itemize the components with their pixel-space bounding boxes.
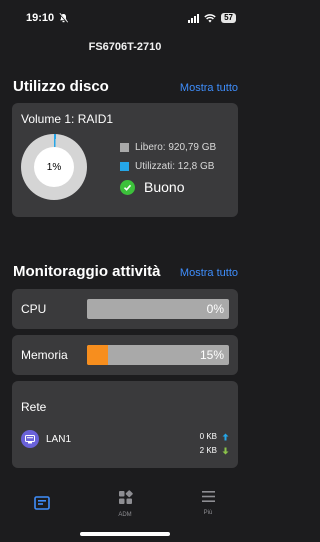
bell-muted-icon <box>59 13 69 23</box>
status-left: 19:10 <box>26 12 69 24</box>
device-title: FS6706T-2710 <box>88 41 162 53</box>
upload-rate-value: 0 KB <box>199 432 217 441</box>
legend-used-label: Utilizzati: 12,8 GB <box>135 161 215 172</box>
cpu-usage-value: 0% <box>206 302 224 316</box>
volume-usage-donut: 1% <box>21 134 87 200</box>
status-bar: 19:10 57 <box>0 0 250 36</box>
cpu-usage-bar: 0% <box>87 299 229 319</box>
volume-health-label: Buono <box>144 179 185 195</box>
memory-usage-value: 15% <box>199 348 224 362</box>
tab-more-label: Più <box>203 510 213 516</box>
download-rate-value: 2 KB <box>199 446 217 455</box>
legend-used: Utilizzati: 12,8 GB <box>120 161 214 172</box>
battery-icon: 57 <box>221 13 236 23</box>
tab-adm-label: ADM <box>118 512 132 518</box>
legend-free: Libero: 920,79 GB <box>120 142 216 153</box>
arrow-down-icon <box>222 447 229 454</box>
activity-title: Monitoraggio attività <box>13 263 161 280</box>
dashboard-icon <box>34 496 50 510</box>
disk-usage-header: Utilizzo disco Mostra tutto <box>13 78 238 95</box>
activity-header: Monitoraggio attività Mostra tutto <box>13 263 238 280</box>
activity-show-all-link[interactable]: Mostra tutto <box>180 267 238 279</box>
upload-rate: 0 KB <box>200 432 229 441</box>
disk-usage-title: Utilizzo disco <box>13 78 109 95</box>
memory-usage-bar: 15% <box>87 345 229 365</box>
network-title: Rete <box>21 400 47 414</box>
network-interface-icon <box>21 430 39 448</box>
volume-health: Buono <box>120 179 184 195</box>
used-swatch-icon <box>120 162 129 171</box>
volume-name: Volume 1: RAID1 <box>21 112 114 126</box>
memory-label: Memoria <box>21 348 68 362</box>
disk-usage-show-all-link[interactable]: Mostra tutto <box>180 82 238 94</box>
menu-icon <box>201 491 215 502</box>
memory-usage-fill <box>87 345 109 365</box>
tab-adm[interactable]: ADM <box>105 490 145 518</box>
tab-dashboard[interactable] <box>22 496 62 517</box>
signal-icon <box>188 13 200 23</box>
network-interface-label: LAN1 <box>46 434 72 445</box>
clock: 19:10 <box>26 12 55 24</box>
network-card[interactable]: Rete LAN1 0 KB 2 KB <box>12 381 238 468</box>
cpu-card[interactable]: CPU 0% <box>12 289 238 329</box>
volume-usage-percent: 1% <box>34 147 74 187</box>
memory-card[interactable]: Memoria 15% <box>12 335 238 375</box>
status-right: 57 <box>188 13 236 23</box>
apps-grid-icon <box>118 490 133 504</box>
arrow-up-icon <box>222 433 229 440</box>
legend-free-label: Libero: 920,79 GB <box>135 142 217 153</box>
home-indicator <box>80 532 170 536</box>
download-rate: 2 KB <box>200 446 229 455</box>
tab-more[interactable]: Più <box>188 490 228 516</box>
volume-card[interactable]: Volume 1: RAID1 1% Libero: 920,79 GB Uti… <box>12 103 238 217</box>
check-circle-icon <box>120 179 135 195</box>
tab-bar: ADM Più <box>0 482 250 542</box>
wifi-icon <box>204 13 216 22</box>
cpu-label: CPU <box>21 302 47 316</box>
free-swatch-icon <box>120 143 129 152</box>
